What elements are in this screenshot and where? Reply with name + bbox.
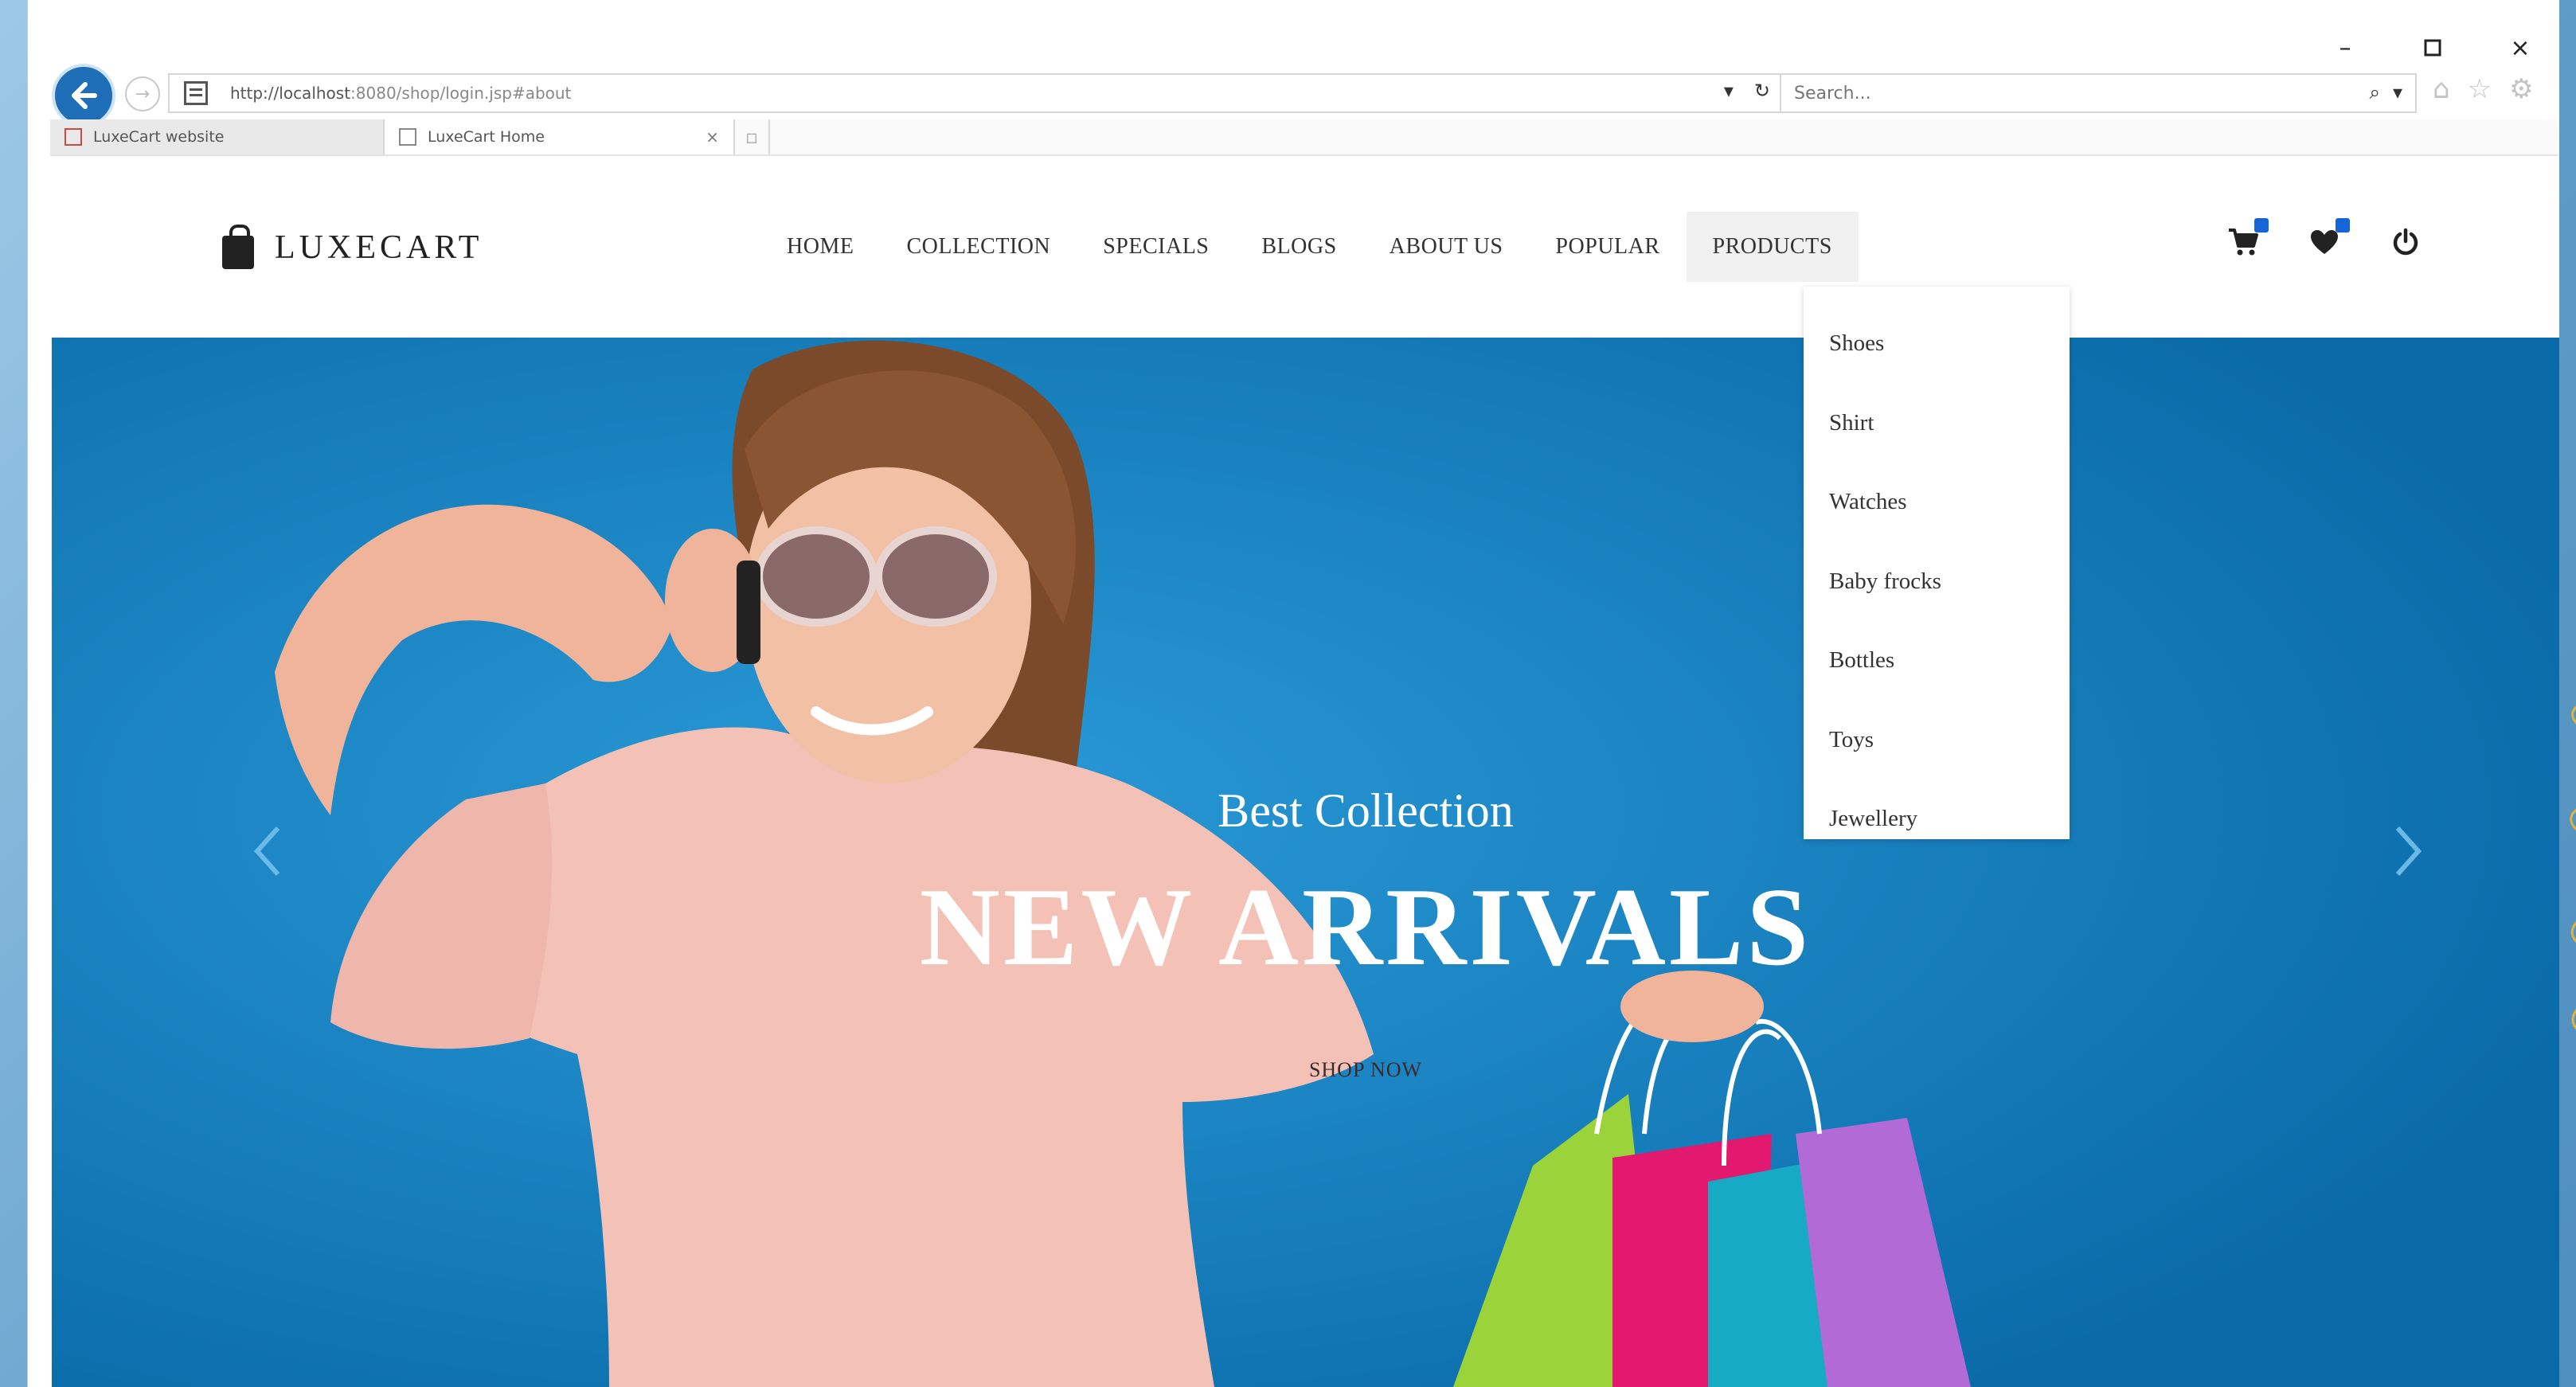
- tab-luxecart-home[interactable]: LuxeCart Home ×: [385, 119, 735, 154]
- heart-icon: [2311, 230, 2338, 254]
- page-icon: [184, 81, 208, 105]
- search-tools: ⌕ ▾: [2370, 81, 2403, 104]
- tab-strip: LuxeCart website LuxeCart Home × ▫: [50, 119, 2558, 156]
- tab-favicon-icon: [399, 128, 416, 146]
- dropdown-item-baby-frocks[interactable]: Baby frocks: [1804, 542, 2070, 622]
- tab-luxecart-website[interactable]: LuxeCart website: [50, 119, 385, 154]
- search-bar[interactable]: ⌕ ▾: [1780, 73, 2417, 113]
- cart-button[interactable]: [2226, 218, 2269, 260]
- nav-home[interactable]: HOME: [760, 212, 880, 282]
- brand-name: LUXECART: [275, 229, 483, 266]
- hero-title: NEW ARRIVALS: [919, 865, 1812, 989]
- dropdown-item-shoes[interactable]: Shoes: [1804, 304, 2070, 384]
- site-header: LUXECART HOME COLLECTION SPECIALS BLOGS …: [28, 159, 2559, 338]
- brand-logo[interactable]: LUXECART: [222, 225, 483, 269]
- dropdown-arrow-icon[interactable]: ▾: [1724, 80, 1734, 102]
- chevron-right-icon: [2395, 826, 2422, 877]
- forward-button[interactable]: →: [125, 76, 160, 111]
- wishlist-badge: [2336, 218, 2350, 232]
- main-nav: HOME COLLECTION SPECIALS BLOGS ABOUT US …: [760, 212, 1859, 282]
- hero-subtitle: Best Collection: [1218, 784, 1514, 837]
- address-tools: ▾ ↻: [1724, 80, 1770, 102]
- back-icon: [72, 82, 97, 109]
- shopping-bag-icon: [222, 225, 254, 269]
- shop-now-button[interactable]: SHOP NOW: [1246, 1046, 1485, 1094]
- dropdown-item-shirt[interactable]: Shirt: [1804, 384, 2070, 463]
- power-icon: [2393, 228, 2418, 256]
- address-bar[interactable]: http://localhost:8080/shop/login.jsp#abo…: [168, 73, 1784, 113]
- browser-window: – × → http://localhost:8080/shop/login.j…: [27, 0, 2559, 1387]
- header-actions: [2226, 218, 2423, 260]
- nav-blogs[interactable]: BLOGS: [1235, 212, 1362, 282]
- browser-toolbar: ⌂ ☆ ⚙: [2433, 73, 2534, 105]
- star-icon[interactable]: ☆: [2468, 73, 2492, 105]
- refresh-icon[interactable]: ↻: [1754, 80, 1770, 102]
- desktop-accent-lines: [2570, 705, 2576, 1030]
- dropdown-item-bottles[interactable]: Bottles: [1804, 621, 2070, 701]
- search-input[interactable]: [1794, 77, 2272, 109]
- tab-close-icon[interactable]: ×: [706, 127, 719, 147]
- carousel-prev-button[interactable]: [235, 815, 299, 887]
- maximize-icon[interactable]: [2417, 32, 2449, 64]
- hero-banner: Best Collection NEW ARRIVALS SHOP NOW: [52, 338, 2559, 1387]
- tab-favicon-icon: [64, 128, 82, 146]
- search-icon[interactable]: ⌕: [2370, 81, 2380, 104]
- search-dropdown-icon[interactable]: ▾: [2393, 81, 2402, 104]
- nav-specials[interactable]: SPECIALS: [1077, 212, 1235, 282]
- new-tab-button[interactable]: ▫: [735, 119, 770, 154]
- url-path: :8080/shop/login.jsp#about: [350, 84, 572, 103]
- carousel-next-button[interactable]: [2377, 815, 2441, 887]
- cart-badge: [2254, 218, 2269, 232]
- nav-products[interactable]: PRODUCTS: [1686, 212, 1859, 282]
- home-icon[interactable]: ⌂: [2433, 73, 2450, 105]
- dropdown-item-jewellery[interactable]: Jewellery: [1804, 779, 2070, 859]
- window-controls: – ×: [2329, 32, 2536, 64]
- tab-label: LuxeCart website: [93, 128, 225, 146]
- nav-about-us[interactable]: ABOUT US: [1363, 212, 1530, 282]
- nav-popular[interactable]: POPULAR: [1529, 212, 1686, 282]
- chevron-left-icon: [253, 826, 280, 877]
- forward-icon: →: [135, 84, 150, 104]
- new-tab-icon: ▫: [745, 126, 759, 148]
- gear-icon[interactable]: ⚙: [2509, 73, 2533, 105]
- hero-model-image: [52, 338, 2559, 1387]
- products-dropdown: Shoes Shirt Watches Baby frocks Bottles …: [1804, 287, 2070, 839]
- nav-collection[interactable]: COLLECTION: [880, 212, 1077, 282]
- url-text[interactable]: http://localhost:8080/shop/login.jsp#abo…: [230, 84, 571, 103]
- url-host: http://localhost: [230, 84, 351, 103]
- close-icon[interactable]: ×: [2504, 32, 2536, 64]
- tab-label: LuxeCart Home: [428, 128, 545, 146]
- wishlist-button[interactable]: [2307, 218, 2350, 260]
- dropdown-item-watches[interactable]: Watches: [1804, 463, 2070, 542]
- browser-chrome: – × → http://localhost:8080/shop/login.j…: [28, 0, 2559, 159]
- minimize-icon[interactable]: –: [2329, 32, 2361, 64]
- back-button[interactable]: [52, 64, 115, 127]
- dropdown-item-toys[interactable]: Toys: [1804, 701, 2070, 780]
- logout-button[interactable]: [2388, 225, 2423, 260]
